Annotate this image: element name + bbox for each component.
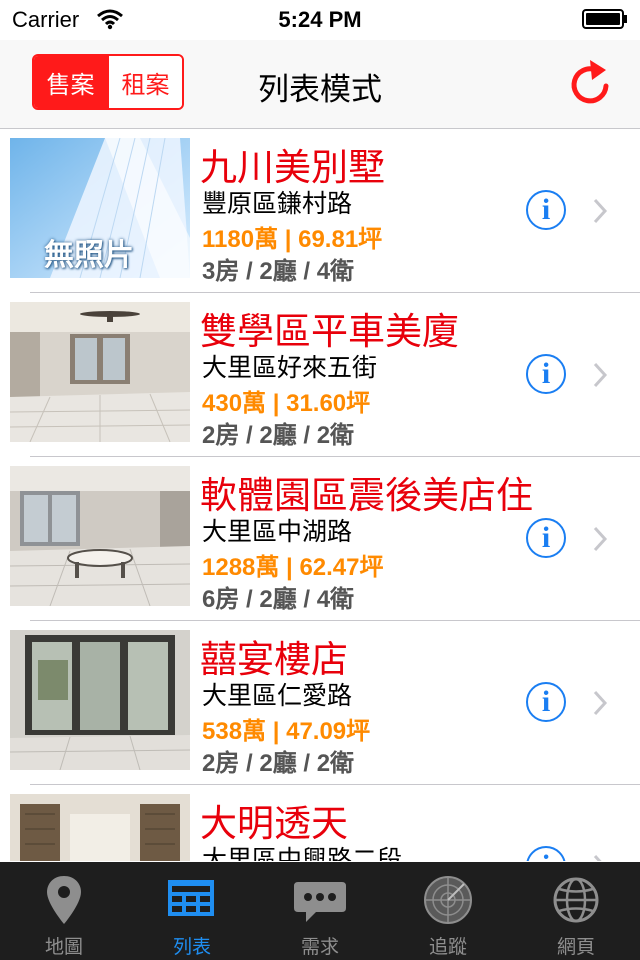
tab-requests[interactable]: 需求 [256,862,384,960]
listing-title: 大明透天 [200,802,348,845]
listing-address: 大里區仁愛路 [202,681,353,710]
listing-row[interactable]: 大明透天 大里區中興路二段 i [0,785,640,861]
listing-price: 538萬 | 47.09坪 [202,718,371,745]
listing-photo [10,794,190,861]
listing-title: 軟體園區震後美店住 [200,474,533,517]
tab-label: 追蹤 [428,936,467,958]
chevron-right-icon [593,854,602,861]
chevron-right-icon [593,690,608,716]
listing-photo [10,302,190,442]
sale-rent-segmented-control[interactable]: 售案 租案 [32,54,184,110]
listing-rooms: 2房 / 2廳 / 2衛 [202,750,355,777]
no-photo-label: 無照片 [44,238,134,273]
listing-rooms: 2房 / 2廳 / 2衛 [202,422,355,449]
info-icon[interactable]: i [526,354,566,394]
chevron-right-icon [593,526,608,552]
tab-label: 網頁 [556,936,595,958]
listing-list[interactable]: 無照片 九川美別墅 豐原區鎌村路 1180萬 | 69.81坪 3房 / 2廳 … [0,129,640,861]
info-icon[interactable]: i [526,518,566,558]
listing-photo-placeholder: 無照片 [10,138,190,278]
status-bar: Carrier 5:24 PM [0,0,640,40]
segment-sale[interactable]: 售案 [34,56,107,108]
listing-rooms: 3房 / 2廳 / 4衛 [202,258,355,285]
listing-price: 1288萬 | 62.47坪 [202,554,384,581]
listing-row[interactable]: 囍宴樓店 大里區仁愛路 538萬 | 47.09坪 2房 / 2廳 / 2衛 i [0,621,640,785]
listing-address: 豐原區鎌村路 [202,189,353,218]
listing-title: 雙學區平車美廈 [200,310,459,353]
tab-label: 需求 [300,936,339,958]
map-pin-icon [47,876,81,924]
listing-title: 九川美別墅 [200,146,385,189]
globe-icon [553,877,599,923]
clock: 5:24 PM [278,7,362,32]
listing-row[interactable]: 雙學區平車美廈 大里區好來五街 430萬 | 31.60坪 2房 / 2廳 / … [0,293,640,457]
listing-title: 囍宴樓店 [200,638,348,681]
info-icon[interactable]: i [526,846,566,861]
chevron-right-icon [593,362,608,388]
listing-address: 大里區中湖路 [202,517,353,546]
listing-price: 1180萬 | 69.81坪 [202,226,383,253]
radar-icon [424,876,472,924]
tab-map[interactable]: 地圖 [0,862,128,960]
page-title: 列表模式 [258,72,382,108]
info-icon[interactable]: i [526,682,566,722]
list-icon [168,880,214,916]
chat-bubble-icon [294,882,346,922]
refresh-icon[interactable] [566,58,614,108]
listing-address: 大里區好來五街 [202,353,378,382]
listing-address: 大里區中興路二段 [202,845,403,861]
tab-web[interactable]: 網頁 [512,862,640,960]
listing-row[interactable]: 無照片 九川美別墅 豐原區鎌村路 1180萬 | 69.81坪 3房 / 2廳 … [0,129,640,293]
chevron-right-icon [593,198,608,224]
tab-list[interactable]: 列表 [128,862,256,960]
info-icon[interactable]: i [526,190,566,230]
tab-bar: 地圖 列表 需求 追蹤 網頁 [0,862,640,960]
listing-price: 430萬 | 31.60坪 [202,390,371,417]
segment-rent[interactable]: 租案 [107,56,182,108]
tab-tracking[interactable]: 追蹤 [384,862,512,960]
tab-label: 地圖 [44,936,83,958]
tab-label: 列表 [172,936,211,958]
battery-icon [582,9,627,29]
listing-photo [10,466,190,606]
listing-row[interactable]: 軟體園區震後美店住 大里區中湖路 1288萬 | 62.47坪 6房 / 2廳 … [0,457,640,621]
listing-rooms: 6房 / 2廳 / 4衛 [202,586,355,613]
listing-photo [10,630,190,770]
nav-bar: 售案 租案 列表模式 [0,40,640,129]
